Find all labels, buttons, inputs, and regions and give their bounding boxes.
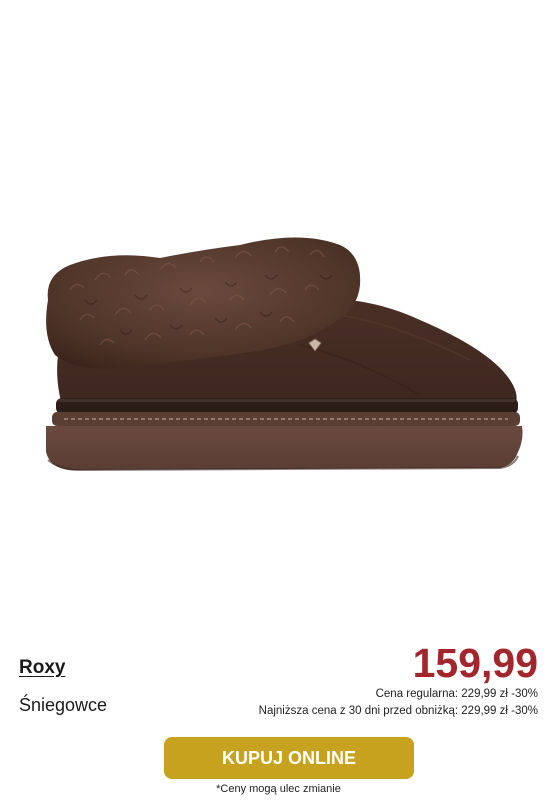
snow-boot-image — [46, 237, 523, 472]
product-image[interactable] — [0, 0, 557, 630]
price-disclaimer: *Ceny mogą ulec zmianie — [216, 783, 341, 795]
buy-online-button[interactable]: KUPUJ ONLINE — [164, 737, 414, 779]
regular-price-note: Cena regularna: 229,99 zł -30% — [375, 688, 538, 700]
sale-price: 159,99 — [412, 640, 538, 686]
brand-link[interactable]: Roxy — [19, 657, 65, 679]
lowest-price-note: Najniższa cena z 30 dni przed obniżką: 2… — [258, 705, 538, 717]
product-category: Śniegowce — [19, 695, 108, 715]
boot-sole — [46, 426, 523, 470]
